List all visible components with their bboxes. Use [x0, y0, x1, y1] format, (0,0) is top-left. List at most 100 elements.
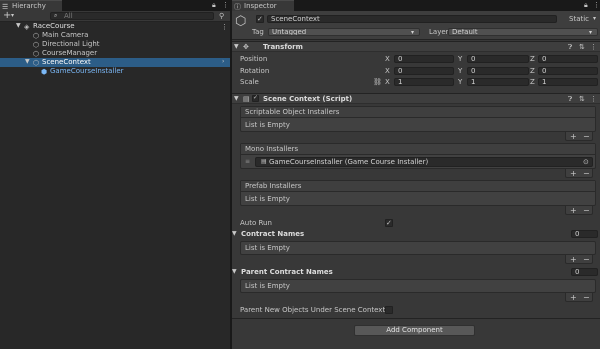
- parent-contract-names-body: List is Empty: [241, 281, 595, 292]
- preset-icon[interactable]: ⇅: [579, 43, 585, 51]
- position-y-input[interactable]: 0: [467, 55, 529, 63]
- static-dropdown-icon[interactable]: ▾: [593, 14, 596, 24]
- remove-button[interactable]: −: [583, 132, 590, 141]
- scriptable-installers-label: Scriptable Object Installers: [245, 108, 340, 116]
- add-object-dropdown-icon[interactable]: ▾: [11, 11, 14, 21]
- transform-title: Transform: [263, 43, 303, 51]
- auto-run-label: Auto Run: [240, 219, 272, 227]
- component-divider: [232, 318, 600, 319]
- hierarchy-tab-title: Hierarchy: [12, 2, 46, 10]
- remove-button[interactable]: −: [583, 206, 590, 215]
- foldout-arrow-icon[interactable]: ▼: [232, 229, 237, 239]
- preset-icon[interactable]: ⇅: [579, 95, 585, 103]
- parent-contract-names-label[interactable]: Parent Contract Names: [241, 267, 333, 277]
- component-menu-icon[interactable]: ⋮: [590, 43, 597, 51]
- scale-z-value: 1: [542, 78, 547, 86]
- rotation-z-input[interactable]: 0: [538, 67, 598, 75]
- tag-dropdown[interactable]: Untagged ▾: [268, 28, 420, 36]
- object-picker-icon[interactable]: ⊙: [583, 158, 589, 166]
- panel-splitter[interactable]: [230, 0, 232, 349]
- help-icon[interactable]: ❓︎: [568, 95, 572, 103]
- add-button[interactable]: +: [570, 206, 577, 215]
- contract-names-count-input[interactable]: 0: [571, 230, 598, 238]
- tree-row-game-course-installer[interactable]: ⬢ GameCourseInstaller: [0, 67, 230, 76]
- tree-row-racecourse[interactable]: ▼ ◈ RaceCourse ⋮: [0, 22, 230, 31]
- rotation-label: Rotation: [240, 67, 270, 75]
- object-name-value: SceneContext: [271, 15, 320, 23]
- tree-row-main-camera[interactable]: ⬡ Main Camera: [0, 31, 230, 40]
- active-checkbox[interactable]: ✓: [256, 15, 264, 23]
- mono-installer-value: GameCourseInstaller (Game Course Install…: [269, 158, 429, 166]
- search-options-icon[interactable]: ⚲: [219, 12, 224, 20]
- scale-z-input[interactable]: 1: [538, 78, 598, 86]
- add-button[interactable]: +: [570, 255, 577, 264]
- layer-dropdown[interactable]: Default ▾: [448, 28, 598, 36]
- more-options-icon[interactable]: ⋮: [222, 1, 229, 9]
- tree-item-label: GameCourseInstaller: [50, 67, 124, 75]
- mono-installers-add-remove: + −: [565, 169, 593, 178]
- help-icon[interactable]: ❓︎: [568, 43, 572, 51]
- scale-x-input[interactable]: 1: [394, 78, 454, 86]
- component-menu-icon[interactable]: ⋮: [590, 95, 597, 103]
- add-button[interactable]: +: [570, 169, 577, 178]
- gameobject-cube-icon: ⬡: [33, 41, 40, 49]
- remove-button[interactable]: −: [583, 255, 590, 264]
- remove-button[interactable]: −: [583, 293, 590, 302]
- tree-row-directional-light[interactable]: ⬡ Directional Light: [0, 40, 230, 49]
- component-enabled-checkbox[interactable]: ✓: [252, 94, 259, 102]
- position-x-input[interactable]: 0: [394, 55, 454, 63]
- mono-installer-object-field[interactable]: ▤ GameCourseInstaller (Game Course Insta…: [255, 157, 593, 167]
- expand-arrow-icon[interactable]: ▼: [25, 57, 30, 67]
- rotation-x-input[interactable]: 0: [394, 67, 454, 75]
- axis-y-label: Y: [458, 78, 463, 86]
- parent-contract-names-add-remove: + −: [565, 293, 593, 302]
- object-name-input[interactable]: SceneContext: [267, 15, 557, 23]
- add-button[interactable]: +: [570, 293, 577, 302]
- script-icon: ▤: [261, 158, 267, 165]
- add-button[interactable]: +: [570, 132, 577, 141]
- parent-new-objects-checkbox[interactable]: [385, 306, 393, 314]
- rotation-y-input[interactable]: 0: [467, 67, 529, 75]
- parent-new-objects-label: Parent New Objects Under Scene Context: [240, 306, 386, 314]
- scene-context-header[interactable]: ▼ ▤ ✓ Scene Context (Script) ❓︎ ⇅ ⋮: [232, 93, 600, 104]
- scene-more-icon[interactable]: ⋮: [221, 23, 228, 31]
- lock-icon[interactable]: 🔒︎: [584, 1, 588, 9]
- mono-installers-list: Mono Installers ≡ ▤ GameCourseInstaller …: [240, 143, 596, 169]
- mono-installers-header[interactable]: Mono Installers: [241, 144, 595, 155]
- hierarchy-panel: ☰ Hierarchy 🔒︎ ⋮ + ▾ ⌕ All ⚲ ▼ ◈ RaceCou…: [0, 0, 230, 349]
- link-icon[interactable]: ⛓︎: [373, 78, 382, 86]
- prefab-installers-header[interactable]: Prefab Installers: [241, 181, 595, 192]
- chevron-right-icon[interactable]: ›: [222, 57, 224, 67]
- tab-inspector[interactable]: ⓘ Inspector: [232, 0, 294, 11]
- more-options-icon[interactable]: ⋮: [593, 1, 600, 9]
- foldout-arrow-icon[interactable]: ▼: [234, 94, 239, 104]
- layer-value: Default: [452, 28, 478, 36]
- foldout-arrow-icon[interactable]: ▼: [232, 267, 237, 277]
- lock-icon[interactable]: 🔒︎: [212, 1, 216, 9]
- prefab-installers-empty: List is Empty: [245, 195, 290, 203]
- rotation-y-value: 0: [471, 67, 476, 75]
- inspector-panel: ⓘ Inspector 🔒︎ ⋮ ⬡ ✓ SceneContext Static…: [232, 0, 600, 349]
- scale-x-value: 1: [398, 78, 403, 86]
- scriptable-installers-header[interactable]: Scriptable Object Installers: [241, 107, 595, 118]
- foldout-arrow-icon[interactable]: ▼: [234, 42, 239, 52]
- expand-arrow-icon[interactable]: ▼: [16, 21, 21, 31]
- static-label[interactable]: Static: [569, 14, 589, 24]
- parent-contract-names-count-input[interactable]: 0: [571, 268, 598, 276]
- contract-names-label[interactable]: Contract Names: [241, 229, 304, 239]
- remove-button[interactable]: −: [583, 169, 590, 178]
- add-component-button[interactable]: Add Component: [354, 325, 475, 336]
- mono-installers-label: Mono Installers: [245, 145, 299, 153]
- scale-y-input[interactable]: 1: [467, 78, 529, 86]
- auto-run-checkbox[interactable]: ✓: [385, 219, 393, 227]
- tree-row-course-manager[interactable]: ⬡ CourseManager: [0, 49, 230, 58]
- contract-names-list: List is Empty: [240, 241, 596, 255]
- checkmark-icon: ✓: [253, 94, 259, 101]
- script-icon: ▤: [243, 95, 250, 103]
- drag-handle-icon[interactable]: ≡: [245, 158, 250, 166]
- gameobject-cube-icon: ⬡: [33, 59, 40, 67]
- parent-contract-names-count: 0: [575, 268, 580, 276]
- transform-header[interactable]: ▼ ✥ Transform ❓︎ ⇅ ⋮: [232, 41, 600, 52]
- hierarchy-search-input[interactable]: ⌕ All: [50, 12, 214, 20]
- position-z-input[interactable]: 0: [538, 55, 598, 63]
